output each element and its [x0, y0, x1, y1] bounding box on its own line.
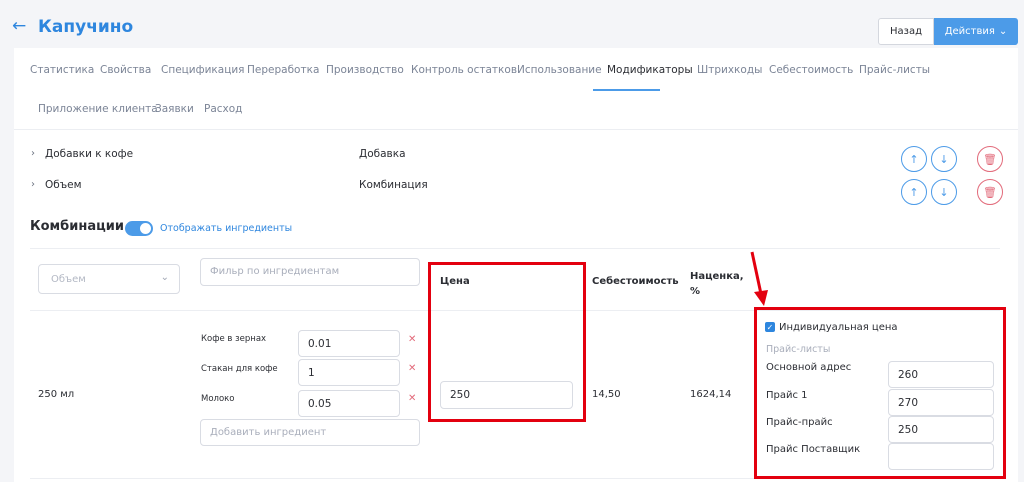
tab-price-lists[interactable]: Прайс-листы	[859, 64, 930, 76]
volume-select[interactable]: Объем ⌄	[38, 264, 180, 294]
section-divider	[30, 248, 1000, 249]
close-icon[interactable]: ✕	[408, 334, 416, 345]
arrow-left-icon[interactable]: ←	[12, 18, 26, 35]
chevron-down-icon: ⌄	[998, 26, 1008, 37]
toggle-label: Отображать ингредиенты	[160, 223, 293, 234]
page-title: Капучино	[38, 17, 134, 37]
actions-button[interactable]: Действия ⌄	[934, 18, 1018, 45]
ingredient-name: Стакан для кофе	[201, 364, 278, 374]
delete-button[interactable]: 🗑	[977, 146, 1003, 172]
move-up-button[interactable]: ↑	[901, 146, 927, 172]
trash-icon: 🗑	[983, 152, 997, 166]
chevron-right-icon[interactable]: ›	[31, 148, 35, 159]
close-icon[interactable]: ✕	[408, 393, 416, 404]
combinations-title: Комбинации	[30, 219, 124, 234]
arrow-up-icon: ↑	[909, 152, 919, 166]
modifier-type: Добавка	[359, 148, 406, 160]
tab-stock-control[interactable]: Контроль остатков	[411, 64, 517, 76]
ingredient-filter-input[interactable]: Фильр по ингредиентам	[200, 258, 420, 286]
markup-value: 1624,14	[690, 389, 732, 400]
show-ingredients-toggle[interactable]	[125, 221, 153, 236]
tab-production[interactable]: Производство	[326, 64, 404, 76]
modifier-name: Добавки к кофе	[45, 148, 134, 160]
ingredient-name: Молоко	[201, 394, 235, 404]
add-ingredient-input[interactable]: Добавить ингредиент	[200, 419, 420, 446]
tab-specification[interactable]: Спецификация	[161, 64, 245, 76]
delete-button[interactable]: 🗑	[977, 179, 1003, 205]
ingredient-qty-input[interactable]: 0.01	[298, 330, 400, 357]
tab-barcodes[interactable]: Штрихкоды	[697, 64, 762, 76]
chevron-down-icon: ⌄	[160, 272, 169, 283]
annotation-arrow-icon	[750, 251, 768, 306]
active-tab-underline	[593, 89, 660, 91]
tab-client-app[interactable]: Приложение клиента	[38, 103, 158, 115]
markup-column-header: Наценка, %	[690, 271, 744, 297]
cost-column-header: Себестоимость	[592, 276, 679, 287]
page-header: ← Капучино Назад Действия ⌄	[0, 0, 1024, 48]
tabs-divider	[14, 129, 1018, 130]
tab-modifiers[interactable]: Модификаторы	[607, 64, 693, 76]
tab-cost[interactable]: Себестоимость	[769, 64, 853, 76]
close-icon[interactable]: ✕	[408, 363, 416, 374]
back-button[interactable]: Назад	[878, 18, 934, 45]
tab-processing[interactable]: Переработка	[247, 64, 319, 76]
arrow-down-icon: ↓	[939, 185, 949, 199]
ingredient-name: Кофе в зернах	[201, 334, 267, 344]
move-up-button[interactable]: ↑	[901, 179, 927, 205]
tab-requests[interactable]: Заявки	[155, 103, 194, 115]
move-down-button[interactable]: ↓	[931, 179, 957, 205]
tab-expense[interactable]: Расход	[204, 103, 242, 115]
tab-usage[interactable]: Использование	[517, 64, 602, 76]
arrow-down-icon: ↓	[939, 152, 949, 166]
arrow-up-icon: ↑	[909, 185, 919, 199]
tab-properties[interactable]: Свойства	[100, 64, 151, 76]
move-down-button[interactable]: ↓	[931, 146, 957, 172]
actions-button-label: Действия	[944, 26, 995, 37]
price-lists-highlight-box	[754, 307, 1006, 479]
ingredient-qty-input[interactable]: 1	[298, 359, 400, 386]
chevron-right-icon[interactable]: ›	[31, 179, 35, 190]
trash-icon: 🗑	[983, 185, 997, 199]
modifier-type: Комбинация	[359, 179, 428, 191]
price-highlight-box	[428, 262, 586, 422]
cost-value: 14,50	[592, 389, 621, 400]
modifier-name: Объем	[45, 179, 82, 191]
tab-statistics[interactable]: Статистика	[30, 64, 94, 76]
volume-select-placeholder: Объем	[51, 274, 86, 285]
combination-volume: 250 мл	[38, 389, 75, 400]
ingredient-qty-input[interactable]: 0.05	[298, 390, 400, 417]
